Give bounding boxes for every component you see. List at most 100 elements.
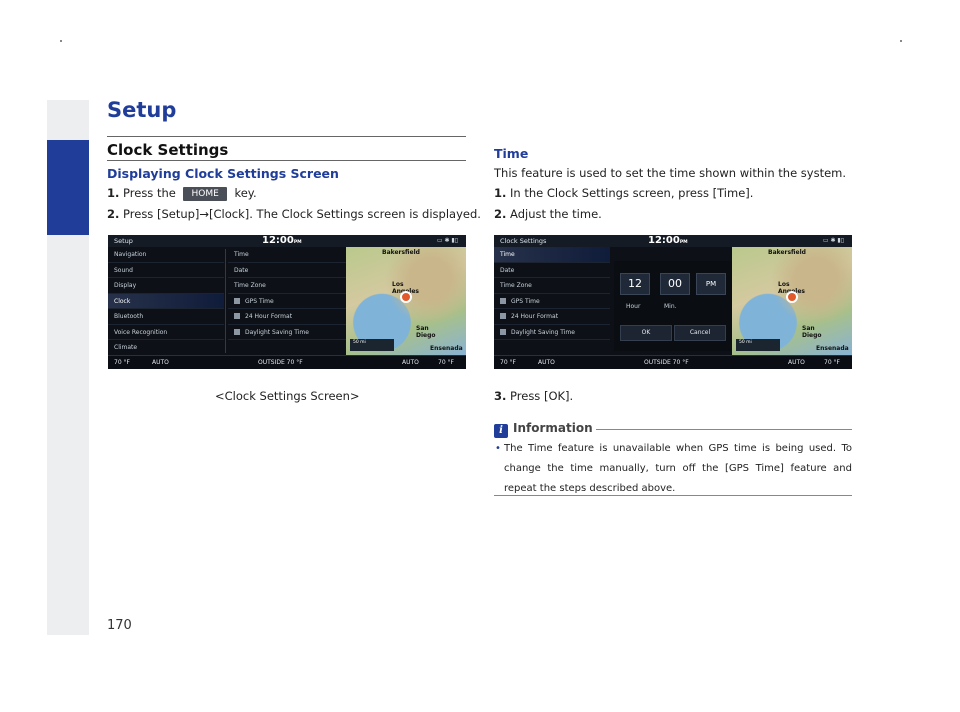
- option-24-hour-format[interactable]: 24 Hour Format: [494, 309, 610, 325]
- option-label: Daylight Saving Time: [511, 328, 575, 336]
- step-text: Press [Setup]→[Clock]. The Clock Setting…: [123, 207, 481, 221]
- cancel-button[interactable]: Cancel: [674, 325, 726, 341]
- heading-rule: [107, 160, 466, 161]
- auto-left[interactable]: AUTO: [538, 359, 555, 366]
- step-number: 2.: [494, 207, 507, 221]
- hour-field[interactable]: 12: [620, 273, 650, 295]
- step-text: In the Clock Settings screen, press [Tim…: [510, 186, 754, 200]
- map-city-label: San Diego: [416, 325, 436, 339]
- status-icons: ▭ ✱ ▮▯: [822, 237, 844, 244]
- step-number: 3.: [494, 389, 507, 403]
- menu-item-display[interactable]: Display: [108, 278, 224, 294]
- step-number: 1.: [494, 186, 507, 200]
- time-step-2: 2. Adjust the time.: [494, 207, 602, 221]
- option-time-zone[interactable]: Time Zone: [494, 278, 610, 294]
- time-adjust-screenshot: Clock Settings 12:00PM ▭ ✱ ▮▯ Time Date …: [494, 235, 852, 369]
- section-title: Setup: [107, 98, 177, 122]
- option-daylight-saving[interactable]: Daylight Saving Time: [228, 325, 346, 340]
- status-icons: ▭ ✱ ▮▯: [436, 237, 458, 244]
- corner-mark: [60, 40, 62, 42]
- clock-ampm: PM: [293, 240, 302, 245]
- page-sidebar-accent: [47, 140, 89, 235]
- clock-options: Time Date Time Zone GPS Time 24 Hour For…: [228, 247, 346, 355]
- checkbox-icon[interactable]: [500, 313, 506, 319]
- hour-label: Hour: [626, 303, 641, 310]
- option-label: 24 Hour Format: [245, 313, 293, 320]
- setup-menu: Navigation Sound Display Clock Bluetooth…: [108, 247, 224, 356]
- clock-ampm: PM: [679, 240, 688, 245]
- map-city-label: Ensenada: [430, 345, 463, 352]
- menu-item-voice-recognition[interactable]: Voice Recognition: [108, 325, 224, 340]
- step-text: key.: [234, 186, 257, 200]
- option-date[interactable]: Date: [494, 263, 610, 278]
- clock-time: 12:00: [262, 235, 294, 246]
- checkbox-icon[interactable]: [500, 328, 506, 335]
- menu-item-bluetooth[interactable]: Bluetooth: [108, 309, 224, 325]
- option-gps-time[interactable]: GPS Time: [494, 294, 610, 309]
- auto-left[interactable]: AUTO: [152, 359, 169, 366]
- menu-item-navigation[interactable]: Navigation: [108, 247, 224, 263]
- option-daylight-saving[interactable]: Daylight Saving Time: [494, 325, 610, 340]
- option-time[interactable]: Time: [494, 247, 610, 263]
- checkbox-icon[interactable]: [500, 297, 506, 304]
- information-rule: [596, 429, 852, 430]
- map-city-label: San Diego: [802, 325, 822, 339]
- climate-bar: 70 °F AUTO OUTSIDE 70 °F AUTO 70 °F: [494, 355, 852, 369]
- screen-clock: 12:00PM: [648, 235, 688, 246]
- info-icon: i: [494, 424, 508, 438]
- map-city-label: Bakersfield: [382, 249, 420, 256]
- time-heading: Time: [494, 146, 529, 161]
- heading-rule: [107, 136, 466, 137]
- option-label: Daylight Saving Time: [245, 328, 309, 336]
- map-city-label: Ensenada: [816, 345, 849, 352]
- auto-right[interactable]: AUTO: [788, 359, 805, 366]
- option-label: 24 Hour Format: [511, 313, 559, 320]
- option-label: GPS Time: [245, 297, 274, 305]
- step-text: Adjust the time.: [510, 207, 602, 221]
- displaying-screen-subheading: Displaying Clock Settings Screen: [107, 166, 339, 181]
- screen-title: Setup: [114, 237, 133, 245]
- ampm-toggle[interactable]: PM: [696, 273, 726, 295]
- checkbox-icon[interactable]: [234, 328, 240, 335]
- temp-right[interactable]: 70 °F: [438, 359, 454, 366]
- minute-field[interactable]: 00: [660, 273, 690, 295]
- current-location-icon: [400, 291, 412, 303]
- option-date[interactable]: Date: [228, 263, 346, 278]
- current-location-icon: [786, 291, 798, 303]
- corner-mark: [900, 40, 902, 42]
- minute-label: Min.: [664, 303, 677, 310]
- screen-title: Clock Settings: [500, 237, 547, 245]
- time-step-3: 3. Press [OK].: [494, 389, 573, 403]
- map-view[interactable]: Bakersfield Los Angeles San Diego Ensena…: [732, 247, 852, 355]
- map-view[interactable]: Bakersfield Los Angeles San Diego Ensena…: [346, 247, 466, 355]
- option-gps-time[interactable]: GPS Time: [228, 294, 346, 309]
- checkbox-icon[interactable]: [234, 313, 240, 319]
- option-24-hour-format[interactable]: 24 Hour Format: [228, 309, 346, 325]
- information-bottom-rule: [494, 495, 852, 496]
- home-key: HOME: [183, 187, 227, 201]
- option-time-zone[interactable]: Time Zone: [228, 278, 346, 294]
- map-scale: 50 mi: [736, 339, 780, 351]
- clock-options: Time Date Time Zone GPS Time 24 Hour For…: [494, 247, 610, 355]
- map-city-label: Los Angeles: [392, 281, 419, 295]
- clock-settings-heading: Clock Settings: [107, 141, 229, 159]
- checkbox-icon[interactable]: [234, 297, 240, 304]
- temp-left[interactable]: 70 °F: [500, 359, 516, 366]
- step-text: Press the: [123, 186, 176, 200]
- step-number: 1.: [107, 186, 120, 200]
- information-title: Information: [513, 421, 593, 435]
- clock-time: 12:00: [648, 235, 680, 246]
- temp-left[interactable]: 70 °F: [114, 359, 130, 366]
- menu-item-clock[interactable]: Clock: [108, 293, 224, 309]
- menu-item-sound[interactable]: Sound: [108, 263, 224, 278]
- page-number: 170: [107, 618, 132, 633]
- temp-right[interactable]: 70 °F: [824, 359, 840, 366]
- ok-button[interactable]: OK: [620, 325, 672, 341]
- step-1: 1. Press the HOME key.: [107, 186, 257, 201]
- outside-temp: OUTSIDE 70 °F: [258, 359, 303, 366]
- menu-divider: [225, 249, 226, 353]
- option-time[interactable]: Time: [228, 247, 346, 263]
- outside-temp: OUTSIDE 70 °F: [644, 359, 689, 366]
- menu-item-climate[interactable]: Climate: [108, 340, 224, 356]
- auto-right[interactable]: AUTO: [402, 359, 419, 366]
